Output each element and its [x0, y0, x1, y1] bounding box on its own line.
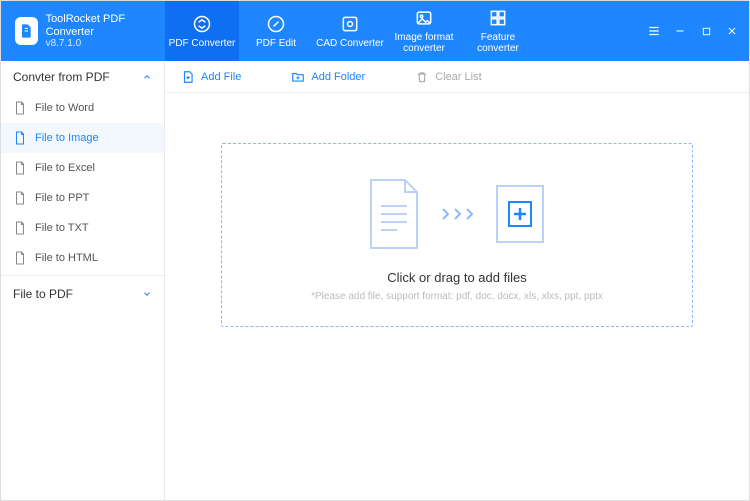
- window-controls: [647, 1, 749, 61]
- sidebar-item-label: File to TXT: [35, 222, 89, 234]
- clear-list-icon: [415, 70, 429, 84]
- tab-pdf-edit[interactable]: PDF Edit: [239, 1, 313, 61]
- brand: ToolRocket PDF Converter v8.7.1.0: [1, 1, 165, 61]
- sidebar-item-label: File to HTML: [35, 252, 98, 264]
- chevron-up-icon: [142, 72, 152, 82]
- main-tabs: PDF Converter PDF Edit CAD Converter Ima…: [165, 1, 647, 61]
- convert-icon: [192, 14, 212, 34]
- edit-icon: [266, 14, 286, 34]
- dropzone-title: Click or drag to add files: [387, 270, 526, 285]
- tab-label: Image format converter: [389, 32, 459, 54]
- button-label: Add File: [201, 71, 241, 83]
- sidebar-item-file-to-ppt[interactable]: File to PPT: [1, 183, 164, 213]
- sidebar-item-file-to-image[interactable]: File to Image: [1, 123, 164, 153]
- button-label: Clear List: [435, 71, 481, 83]
- dropzone[interactable]: Click or drag to add files *Please add f…: [221, 143, 693, 327]
- add-file-button[interactable]: Add File: [181, 70, 241, 84]
- sidebar-item-file-to-excel[interactable]: File to Excel: [1, 153, 164, 183]
- feature-icon: [488, 8, 508, 28]
- sidebar-item-file-to-word[interactable]: File to Word: [1, 93, 164, 123]
- sidebar: Convter from PDF File to Word File to Im…: [1, 61, 165, 500]
- group-title: Convter from PDF: [13, 70, 110, 84]
- chevron-down-icon: [142, 289, 152, 299]
- sidebar-item-label: File to Excel: [35, 162, 95, 174]
- tab-label: PDF Edit: [256, 38, 296, 49]
- main-panel: Add File Add Folder Clear List: [165, 61, 749, 500]
- add-folder-icon: [291, 70, 305, 84]
- image-icon: [414, 8, 434, 28]
- tab-cad-converter[interactable]: CAD Converter: [313, 1, 387, 61]
- add-file-icon: [181, 70, 195, 84]
- title-bar: ToolRocket PDF Converter v8.7.1.0 PDF Co…: [1, 1, 749, 61]
- arrows-icon: [441, 208, 473, 220]
- minimize-icon[interactable]: [673, 24, 687, 38]
- tab-label: PDF Converter: [169, 38, 236, 49]
- file-icon: [13, 221, 27, 235]
- tab-pdf-converter[interactable]: PDF Converter: [165, 1, 239, 61]
- add-folder-button[interactable]: Add Folder: [291, 70, 365, 84]
- dropzone-subtitle: *Please add file, support format: pdf, d…: [311, 291, 603, 302]
- file-icon: [13, 251, 27, 265]
- group-title: File to PDF: [13, 287, 73, 301]
- sidebar-group-convert-from-pdf[interactable]: Convter from PDF: [1, 61, 164, 93]
- button-label: Add Folder: [311, 71, 365, 83]
- app-title: ToolRocket PDF Converter: [46, 13, 151, 37]
- document-icon: [363, 176, 425, 252]
- tab-label: CAD Converter: [316, 38, 384, 49]
- divider: [1, 275, 164, 276]
- app-version: v8.7.1.0: [46, 38, 151, 49]
- cad-icon: [340, 14, 360, 34]
- toolbar: Add File Add Folder Clear List: [165, 61, 749, 93]
- add-image-icon: [489, 176, 551, 252]
- dropzone-graphic: [363, 176, 551, 252]
- sidebar-item-file-to-html[interactable]: File to HTML: [1, 243, 164, 273]
- sidebar-item-label: File to Image: [35, 132, 99, 144]
- sidebar-item-file-to-txt[interactable]: File to TXT: [1, 213, 164, 243]
- close-icon[interactable]: [725, 24, 739, 38]
- tab-feature-converter[interactable]: Feature converter: [461, 1, 535, 61]
- app-logo-icon: [15, 17, 38, 45]
- sidebar-item-label: File to PPT: [35, 192, 89, 204]
- sidebar-group-file-to-pdf[interactable]: File to PDF: [1, 278, 164, 310]
- file-icon: [13, 191, 27, 205]
- file-icon: [13, 101, 27, 115]
- clear-list-button[interactable]: Clear List: [415, 70, 481, 84]
- file-icon: [13, 131, 27, 145]
- tab-image-format-converter[interactable]: Image format converter: [387, 1, 461, 61]
- file-icon: [13, 161, 27, 175]
- sidebar-item-label: File to Word: [35, 102, 94, 114]
- maximize-icon[interactable]: [699, 24, 713, 38]
- tab-label: Feature converter: [463, 32, 533, 54]
- menu-icon[interactable]: [647, 24, 661, 38]
